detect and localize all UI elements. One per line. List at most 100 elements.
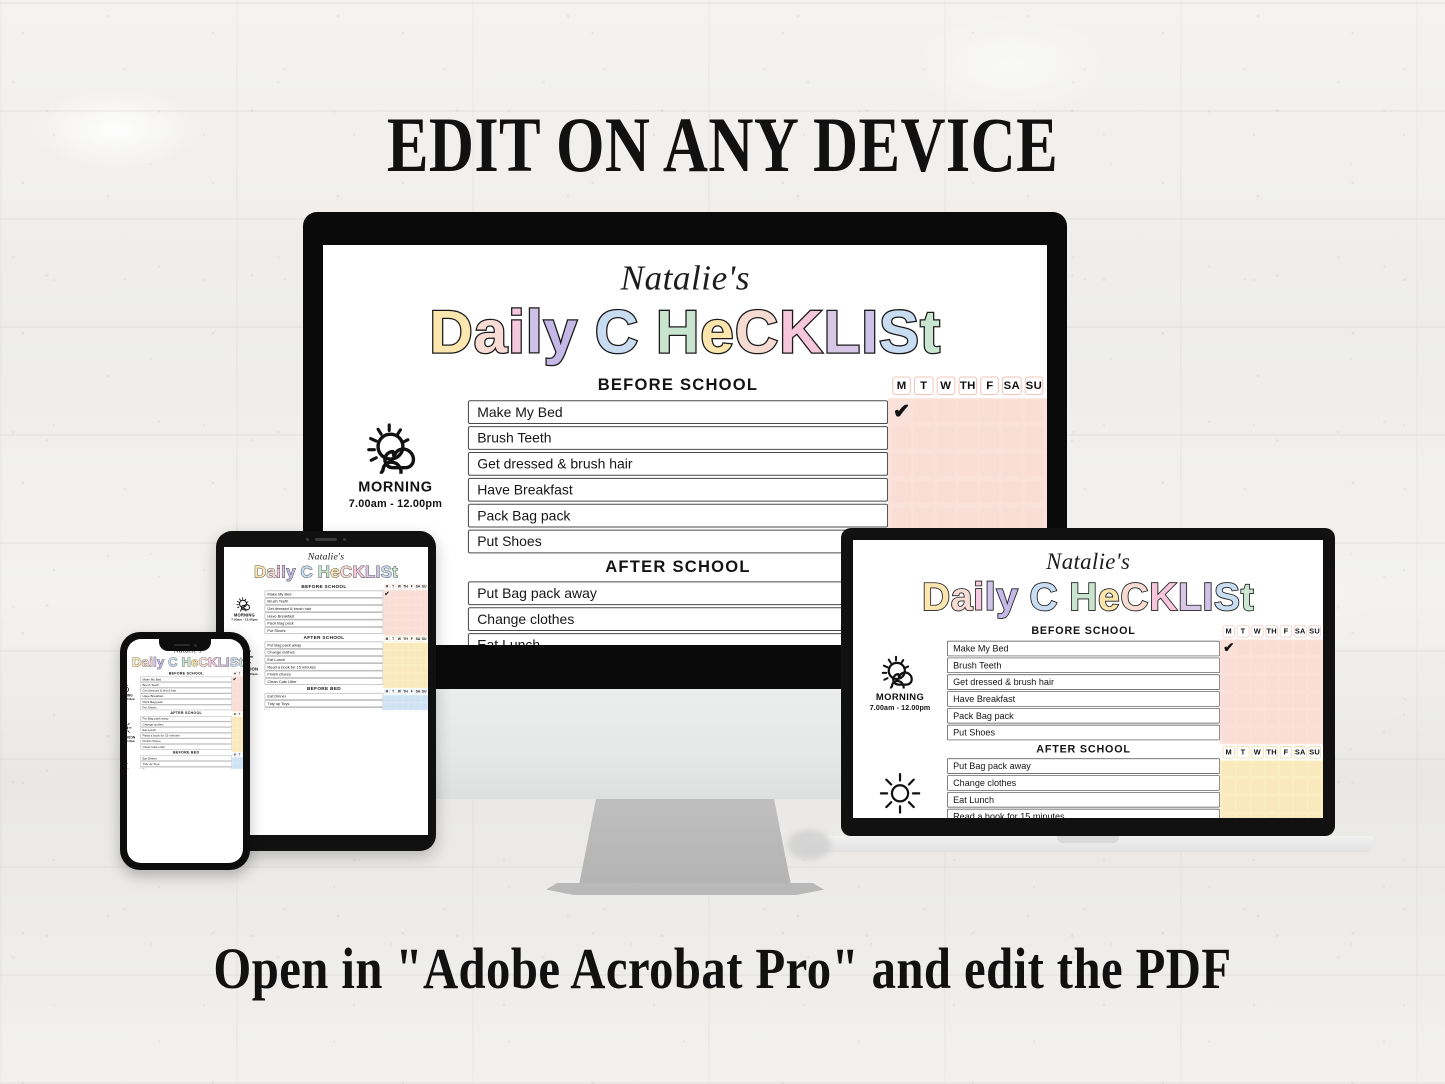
task-item[interactable]: Make My Bed	[947, 640, 1220, 656]
checkbox-cell[interactable]	[409, 658, 415, 665]
task-item[interactable]: Eat Lunch	[264, 656, 384, 664]
checkbox-cell[interactable]	[1002, 454, 1022, 476]
checkbox-cell[interactable]	[232, 763, 237, 769]
task-item[interactable]: Put on pajamas	[264, 707, 384, 711]
checkbox-cell[interactable]	[1294, 761, 1307, 776]
checkbox-cell[interactable]	[242, 757, 243, 763]
checkbox-cell[interactable]	[390, 681, 396, 688]
checkbox-cell[interactable]	[421, 590, 427, 597]
checkbox-cell[interactable]	[415, 605, 421, 613]
checkbox-cell[interactable]	[1308, 761, 1321, 776]
checkbox-cell[interactable]	[421, 621, 427, 628]
checkbox-cell[interactable]	[1236, 796, 1250, 811]
task-item[interactable]: Have Breakfast	[264, 612, 384, 620]
checkbox-cell[interactable]	[1236, 710, 1250, 725]
task-item[interactable]: Have Breakfast	[467, 477, 889, 502]
task-item[interactable]: Put Shoes	[947, 724, 1220, 740]
checkbox-cell[interactable]	[384, 673, 390, 680]
checkbox-cell[interactable]	[1308, 693, 1321, 708]
task-item[interactable]: Pack Bag pack	[467, 503, 889, 528]
checkbox-cell[interactable]	[1279, 658, 1293, 673]
task-item[interactable]: Put Bag pack away	[467, 581, 889, 606]
checkbox-cell[interactable]	[390, 673, 396, 680]
checkbox-cell[interactable]	[892, 480, 912, 503]
task-item[interactable]: Put Bag pack away	[140, 716, 232, 722]
checkbox-cell[interactable]	[958, 400, 978, 422]
checkbox-cell[interactable]	[1265, 796, 1278, 811]
checkbox-cell[interactable]	[415, 650, 421, 657]
laptop-screen[interactable]: Natalie's Daily C HeCKLISt MORNING 7.00am …	[853, 540, 1323, 818]
checkbox-cell[interactable]	[421, 643, 427, 650]
checkbox-cell[interactable]	[396, 673, 403, 680]
checkbox-cell[interactable]	[396, 665, 403, 673]
tablet-screen[interactable]: Natalie's Daily C HeCKLISt MORNING 7.00am …	[224, 547, 428, 835]
checkbox-cell[interactable]	[402, 598, 409, 605]
checkbox-cell[interactable]	[396, 695, 403, 702]
checkbox-cell[interactable]	[1265, 693, 1278, 708]
checkbox-cell[interactable]	[237, 706, 242, 711]
checkbox-cell[interactable]	[384, 665, 390, 673]
checkbox-cell[interactable]	[402, 643, 409, 650]
checkbox-cell[interactable]	[409, 673, 415, 680]
checkbox-cell[interactable]	[237, 746, 242, 752]
checkbox-cell[interactable]	[1279, 779, 1293, 794]
checkbox-cell[interactable]	[421, 598, 427, 605]
checkbox-cell[interactable]	[415, 658, 421, 665]
checkbox-cell[interactable]	[980, 427, 1000, 449]
task-item[interactable]: Change clothes	[140, 721, 232, 727]
checkbox-cell[interactable]	[1294, 675, 1307, 690]
checkbox-cell[interactable]	[409, 695, 415, 702]
task-item[interactable]: Put Shoes	[264, 627, 384, 634]
checkbox-cell[interactable]	[1265, 658, 1278, 673]
task-item[interactable]: Get dressed & brush hair	[947, 674, 1220, 690]
checkbox-cell[interactable]	[1251, 796, 1264, 811]
checkbox-cell[interactable]	[936, 480, 956, 503]
task-item[interactable]: Make My Bed	[467, 399, 889, 424]
checkbox-cell[interactable]	[415, 643, 421, 650]
task-item[interactable]: Clean Cats Litter	[264, 678, 384, 685]
checkbox-cell[interactable]	[242, 676, 243, 682]
checkbox-cell[interactable]: ✔	[1223, 641, 1235, 655]
task-item[interactable]: Pack Bag pack	[264, 619, 384, 627]
checkbox-cell[interactable]	[384, 613, 390, 620]
checkbox-cell[interactable]	[242, 694, 243, 700]
checkbox-cell[interactable]	[396, 703, 403, 710]
checkbox-cell[interactable]	[1279, 710, 1293, 725]
checkbox-cell[interactable]	[1002, 507, 1022, 530]
checkbox-cell[interactable]	[958, 507, 978, 530]
checkbox-cell[interactable]	[415, 681, 421, 688]
checkbox-cell[interactable]	[242, 723, 243, 728]
checkbox-cell[interactable]	[1002, 480, 1022, 503]
checkbox-cell[interactable]	[1024, 400, 1044, 422]
task-item[interactable]: Read a book for 15 minutes	[264, 663, 384, 671]
checkbox-cell[interactable]	[1265, 675, 1278, 690]
checkbox-cell[interactable]	[237, 723, 242, 728]
checkbox-cell[interactable]	[1236, 658, 1250, 673]
checkbox-cell[interactable]	[384, 643, 390, 650]
checkbox-cell[interactable]	[1222, 693, 1235, 708]
task-item[interactable]: Eat Lunch	[467, 633, 889, 645]
checkbox-cell[interactable]	[914, 400, 934, 422]
checkbox-cell[interactable]	[402, 703, 409, 710]
checkbox-cell[interactable]	[242, 728, 243, 734]
checkbox-cell[interactable]	[390, 643, 396, 650]
checkbox-cell[interactable]	[384, 598, 390, 605]
checkbox-cell[interactable]	[242, 740, 243, 746]
checkbox-cell[interactable]	[1308, 675, 1321, 690]
checkbox-cell[interactable]	[402, 673, 409, 680]
checkbox-cell[interactable]	[396, 681, 403, 688]
task-item[interactable]: Eat Dinner	[264, 692, 384, 700]
checkbox-cell[interactable]	[980, 400, 1000, 422]
checkbox-cell[interactable]	[892, 454, 912, 476]
checkbox-cell[interactable]	[409, 590, 415, 597]
task-item[interactable]: Eat Lunch	[140, 727, 232, 733]
checkbox-cell[interactable]	[237, 763, 242, 769]
task-item[interactable]: Brush Teeth	[140, 682, 232, 688]
checkbox-cell[interactable]	[1251, 779, 1264, 794]
checkbox-cell[interactable]	[396, 605, 403, 613]
checkbox-cell[interactable]	[415, 613, 421, 620]
checkbox-cell[interactable]	[1265, 728, 1278, 743]
checkbox-cell[interactable]	[1294, 728, 1307, 743]
checkbox-cell[interactable]	[409, 681, 415, 688]
checkbox-cell[interactable]	[1222, 796, 1235, 811]
